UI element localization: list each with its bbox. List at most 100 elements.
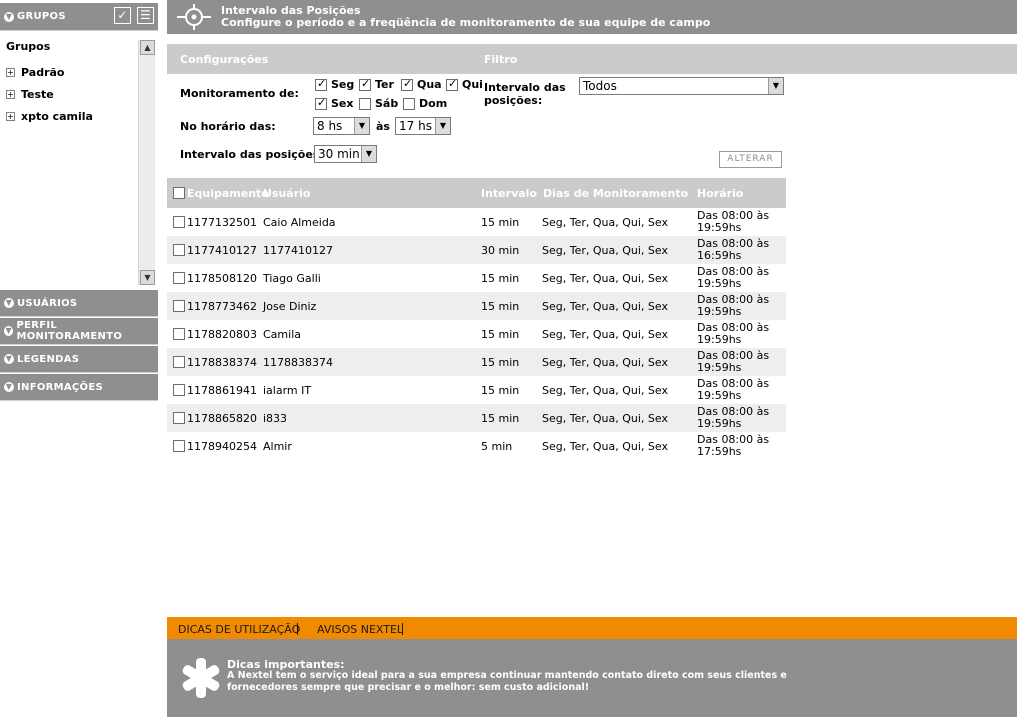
sidebar-header-legendas[interactable]: ▼ LEGENDAS xyxy=(0,346,158,373)
row-checkbox[interactable] xyxy=(173,300,185,312)
col-horario[interactable]: Horário xyxy=(697,187,743,200)
filtro-select[interactable]: Todos ▼ xyxy=(579,77,784,95)
row-checkbox[interactable] xyxy=(173,244,185,256)
group-tree: Grupos + Padrão + Teste + xpto camila xyxy=(0,36,158,287)
tab-avisos[interactable]: AVISOS NEXTEL xyxy=(317,623,403,636)
checkbox[interactable] xyxy=(401,77,413,91)
checkbox[interactable] xyxy=(446,77,458,91)
alterar-button[interactable]: ALTERAR xyxy=(719,151,782,168)
cell-horario: Das 08:00 às 16:59hs xyxy=(697,238,777,262)
chevron-down-icon: ▼ xyxy=(4,382,14,392)
checkbox[interactable] xyxy=(359,77,371,91)
intervalo-select[interactable]: 30 min ▼ xyxy=(314,145,377,163)
row-checkbox[interactable] xyxy=(173,328,185,340)
day-checkbox-ter[interactable]: Ter xyxy=(359,77,394,91)
day-label: Ter xyxy=(375,78,394,91)
cell-horario: Das 08:00 às 19:59hs xyxy=(697,322,777,346)
horario-inicio-select[interactable]: 8 hs ▼ xyxy=(313,117,370,135)
select-all-checkbox[interactable] xyxy=(173,187,185,199)
day-checkbox-sab[interactable]: Sáb xyxy=(359,97,398,110)
table-row: 1178861941 ialarm IT 15 min Seg, Ter, Qu… xyxy=(167,376,786,404)
checkbox[interactable] xyxy=(359,97,371,110)
sidebar-header-usuarios[interactable]: ▼ USUÁRIOS xyxy=(0,290,158,317)
col-equipamento[interactable]: Equipamento xyxy=(187,187,269,200)
checkbox[interactable] xyxy=(315,96,327,110)
day-checkbox-dom[interactable]: Dom xyxy=(403,97,447,110)
cell-dias: Seg, Ter, Qua, Qui, Sex xyxy=(542,328,668,341)
footer-tabs: DICAS DE UTILIZAÇÃO AVISOS NEXTEL xyxy=(167,617,1017,639)
col-usuario[interactable]: Usuário xyxy=(263,187,311,200)
row-checkbox[interactable] xyxy=(173,216,185,228)
scroll-down-icon[interactable]: ▼ xyxy=(140,270,155,285)
tips-text: A Nextel tem o serviço ideal para a sua … xyxy=(227,670,787,693)
dropdown-arrow-icon[interactable]: ▼ xyxy=(354,118,369,134)
day-checkbox-sex[interactable]: Sex xyxy=(315,96,354,110)
row-checkbox[interactable] xyxy=(173,272,185,284)
table-row: 1178865820 i833 15 min Seg, Ter, Qua, Qu… xyxy=(167,404,786,432)
dropdown-arrow-icon[interactable]: ▼ xyxy=(435,118,450,134)
day-checkbox-qui[interactable]: Qui xyxy=(446,77,483,91)
cell-usuario: Camila xyxy=(263,328,301,341)
tree-item-teste[interactable]: + Teste xyxy=(6,88,54,101)
intervalo-value: 30 min xyxy=(318,147,360,161)
col-intervalo[interactable]: Intervalo xyxy=(481,187,537,200)
sidebar-header-perfil[interactable]: ▼ PERFIL MONITORAMENTO xyxy=(0,318,158,345)
checkbox[interactable] xyxy=(315,77,327,91)
cell-equipamento: 1178838374 xyxy=(187,356,257,369)
table-header: Equipamento Usuário Intervalo Dias de Mo… xyxy=(167,178,786,208)
horario-line2: 19:59hs xyxy=(697,389,742,402)
checkbox[interactable] xyxy=(403,97,415,110)
cell-intervalo: 15 min xyxy=(481,328,520,341)
row-checkbox[interactable] xyxy=(173,356,185,368)
tree-expand-icon[interactable]: + xyxy=(6,90,15,99)
day-label: Sáb xyxy=(375,97,399,110)
col-dias[interactable]: Dias de Monitoramento xyxy=(543,187,688,200)
tree-item-padrao[interactable]: + Padrão xyxy=(6,66,64,79)
export-list-icon[interactable]: ☰ xyxy=(137,7,154,24)
cell-horario: Das 08:00 às 17:59hs xyxy=(697,434,777,458)
horario-line2: 16:59hs xyxy=(697,249,742,262)
tree-item-xpto-camila[interactable]: + xpto camila xyxy=(6,110,93,123)
filtro-label-line2: posições: xyxy=(484,94,543,107)
checkbox-select-all-icon[interactable]: ✓ xyxy=(114,7,131,24)
filtro-label-line1: Intervalo das xyxy=(484,81,566,94)
intervalo-label: Intervalo das posições: xyxy=(180,148,324,161)
table-row: 1177410127 1177410127 30 min Seg, Ter, Q… xyxy=(167,236,786,264)
tree-expand-icon[interactable]: + xyxy=(6,112,15,121)
horario-fim-select[interactable]: 17 hs ▼ xyxy=(395,117,451,135)
tab-dicas[interactable]: DICAS DE UTILIZAÇÃO xyxy=(178,623,300,636)
cell-equipamento: 1177132501 xyxy=(187,216,257,229)
day-checkbox-qua[interactable]: Qua xyxy=(401,77,442,91)
sidebar-informacoes-label: INFORMAÇÕES xyxy=(17,381,103,393)
cell-usuario: Tiago Galli xyxy=(263,272,321,285)
sidebar-legendas-label: LEGENDAS xyxy=(17,353,80,365)
horario-line2: 19:59hs xyxy=(697,221,742,234)
day-label: Qua xyxy=(417,78,442,91)
cell-intervalo: 15 min xyxy=(481,412,520,425)
dropdown-arrow-icon[interactable]: ▼ xyxy=(768,78,783,94)
config-section-bar: Configurações Filtro xyxy=(167,44,1017,74)
row-checkbox[interactable] xyxy=(173,440,185,452)
section-configuracoes: Configurações xyxy=(180,53,269,66)
cell-dias: Seg, Ter, Qua, Qui, Sex xyxy=(542,216,668,229)
table-row: 1178820803 Camila 15 min Seg, Ter, Qua, … xyxy=(167,320,786,348)
tree-scrollbar[interactable]: ▲ ▼ xyxy=(138,40,155,285)
horario-line2: 19:59hs xyxy=(697,417,742,430)
sidebar-perfil-label: PERFIL MONITORAMENTO xyxy=(16,320,123,342)
day-label: Sex xyxy=(331,97,354,110)
tab-divider xyxy=(297,623,298,635)
sidebar-header-informacoes[interactable]: ▼ INFORMAÇÕES xyxy=(0,374,158,401)
dropdown-arrow-icon[interactable]: ▼ xyxy=(361,146,376,162)
day-checkbox-seg[interactable]: Seg xyxy=(315,77,354,91)
sidebar-header-grupos[interactable]: ▼ GRUPOS ✓ ☰ xyxy=(0,3,158,31)
tree-expand-icon[interactable]: + xyxy=(6,68,15,77)
day-label: Dom xyxy=(419,97,448,110)
row-checkbox[interactable] xyxy=(173,384,185,396)
scroll-up-icon[interactable]: ▲ xyxy=(140,40,155,55)
sidebar-tools: ✓ ☰ xyxy=(114,7,154,24)
row-checkbox[interactable] xyxy=(173,412,185,424)
page-subtitle: Configure o período e a freqüência de mo… xyxy=(221,16,711,29)
tab-divider xyxy=(402,623,403,635)
cell-intervalo: 15 min xyxy=(481,356,520,369)
cell-horario: Das 08:00 às 19:59hs xyxy=(697,406,777,430)
